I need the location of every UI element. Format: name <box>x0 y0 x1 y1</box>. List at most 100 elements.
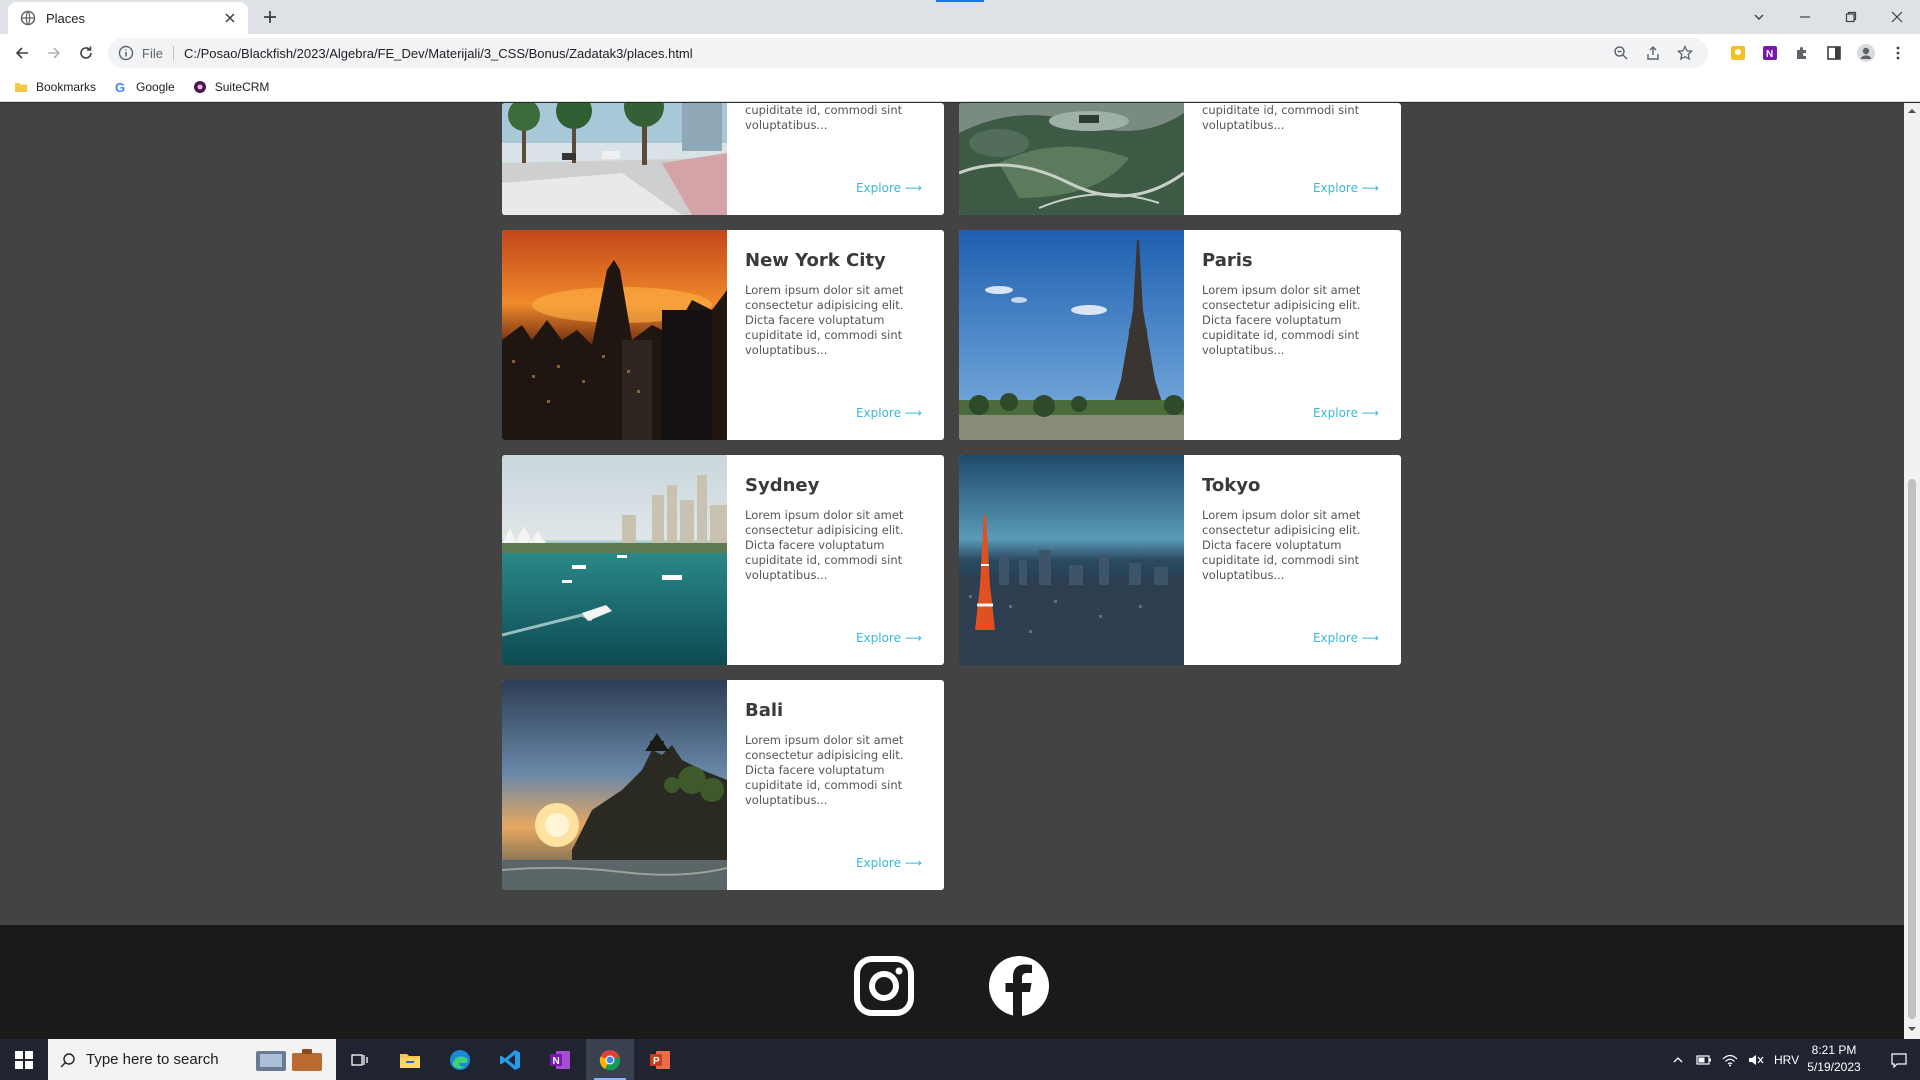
card-description: Lorem ipsum dolor sit amet consectetur a… <box>745 733 904 807</box>
back-icon[interactable] <box>10 41 34 65</box>
place-card-paris: Paris Lorem ipsum dolor sit amet consect… <box>959 230 1401 440</box>
new-tab-icon[interactable] <box>260 7 280 27</box>
chevron-up-icon[interactable] <box>1672 1054 1684 1066</box>
place-card: cupiditate id, commodi sint voluptatibus… <box>502 103 944 215</box>
file-label: File <box>142 45 174 61</box>
bookmark-google[interactable]: G Google <box>114 80 175 94</box>
card-body: New York City Lorem ipsum dolor sit amet… <box>727 230 944 440</box>
windows-start-icon[interactable] <box>0 1039 48 1080</box>
place-card: cupiditate id, commodi sint voluptatibus… <box>959 103 1401 215</box>
vscode-icon[interactable] <box>486 1039 534 1080</box>
extensions-puzzle-icon[interactable] <box>1792 43 1812 63</box>
scroll-down-arrow-icon[interactable] <box>1908 1025 1916 1033</box>
share-icon[interactable] <box>1644 44 1662 62</box>
bookmark-bookmarks[interactable]: Bookmarks <box>14 80 96 94</box>
search-icon <box>60 1052 75 1067</box>
facebook-icon[interactable] <box>988 955 1050 1017</box>
card-title: New York City <box>745 250 886 271</box>
explore-link[interactable]: Explore ⟶ <box>1313 181 1379 195</box>
reload-icon[interactable] <box>74 41 98 65</box>
bookmark-suitecrm[interactable]: SuiteCRM <box>193 80 269 94</box>
explore-link[interactable]: Explore ⟶ <box>1313 406 1379 420</box>
svg-text:N: N <box>1766 49 1773 60</box>
system-tray: HRV <box>1672 1039 1799 1080</box>
bookmark-star-icon[interactable] <box>1676 44 1694 62</box>
card-body: cupiditate id, commodi sint voluptatibus… <box>727 103 944 215</box>
edge-icon[interactable] <box>436 1039 484 1080</box>
tab-strip: Places <box>0 0 1920 34</box>
instagram-icon[interactable] <box>853 955 915 1017</box>
svg-text:N: N <box>553 1056 560 1067</box>
bali-image <box>502 680 727 890</box>
miami-street-image <box>502 103 727 215</box>
side-panel-icon[interactable] <box>1824 43 1844 63</box>
chrome-icon[interactable] <box>586 1039 634 1080</box>
wifi-icon[interactable] <box>1722 1053 1738 1067</box>
explore-link[interactable]: Explore ⟶ <box>856 631 922 645</box>
google-icon: G <box>115 80 125 94</box>
card-title: Tokyo <box>1202 475 1261 496</box>
restore-icon[interactable] <box>1828 0 1874 34</box>
scroll-up-arrow-icon[interactable] <box>1908 107 1916 115</box>
card-description: Lorem ipsum dolor sit amet consectetur a… <box>745 283 904 357</box>
close-tab-icon[interactable] <box>222 10 238 26</box>
card-title: Paris <box>1202 250 1253 271</box>
zoom-icon[interactable] <box>1612 44 1630 62</box>
paris-image <box>959 230 1184 440</box>
card-description: cupiditate id, commodi sint voluptatibus… <box>745 103 903 132</box>
minimize-icon[interactable] <box>1782 0 1828 34</box>
onenote-icon[interactable]: N <box>536 1039 584 1080</box>
bookmark-label: Google <box>136 79 175 94</box>
volume-muted-icon[interactable] <box>1748 1053 1764 1067</box>
extension-keep-icon[interactable] <box>1728 43 1748 63</box>
url-text[interactable]: C:/Posao/Blackfish/2023/Algebra/FE_Dev/M… <box>184 46 1612 61</box>
explore-link[interactable]: Explore ⟶ <box>856 856 922 870</box>
profile-avatar-icon[interactable] <box>1856 43 1876 63</box>
svg-text:P: P <box>653 1056 660 1067</box>
card-body: cupiditate id, commodi sint voluptatibus… <box>1184 103 1401 215</box>
globe-icon <box>20 10 36 26</box>
card-body: Bali Lorem ipsum dolor sit amet consecte… <box>727 680 944 890</box>
clock-date: 5/19/2023 <box>1807 1060 1861 1074</box>
clock-time: 8:21 PM <box>1811 1043 1857 1057</box>
card-description: Lorem ipsum dolor sit amet consectetur a… <box>1202 508 1361 582</box>
card-description: Lorem ipsum dolor sit amet consectetur a… <box>1202 283 1361 357</box>
page-footer <box>0 925 1904 1039</box>
battery-icon[interactable] <box>1696 1054 1712 1066</box>
svg-text:G: G <box>115 80 125 94</box>
vertical-scrollbar[interactable] <box>1904 103 1920 1039</box>
search-placeholder: Type here to search <box>86 1051 219 1068</box>
tab-search-icon[interactable] <box>1736 0 1782 34</box>
place-card-new-york: New York City Lorem ipsum dolor sit amet… <box>502 230 944 440</box>
place-card-tokyo: Tokyo Lorem ipsum dolor sit amet consect… <box>959 455 1401 665</box>
tab-places[interactable]: Places <box>8 2 248 34</box>
new-york-image <box>502 230 727 440</box>
notifications-icon[interactable] <box>1878 1039 1920 1080</box>
onenote-extension-icon[interactable]: N <box>1760 43 1780 63</box>
menu-kebab-icon[interactable] <box>1888 43 1908 63</box>
explore-link[interactable]: Explore ⟶ <box>856 406 922 420</box>
tab-indicator <box>936 0 984 2</box>
bookmarks-bar: Bookmarks G Google SuiteCRM <box>0 72 1920 102</box>
bookmark-label: Bookmarks <box>36 79 97 94</box>
explore-link[interactable]: Explore ⟶ <box>1313 631 1379 645</box>
place-card-bali: Bali Lorem ipsum dolor sit amet consecte… <box>502 680 944 890</box>
explore-link[interactable]: Explore ⟶ <box>856 181 922 195</box>
folder-icon <box>15 82 27 92</box>
powerpoint-icon[interactable]: P <box>636 1039 684 1080</box>
card-body: Sydney Lorem ipsum dolor sit amet consec… <box>727 455 944 665</box>
system-clock[interactable]: 8:21 PM 5/19/2023 <box>1794 1042 1874 1076</box>
aerial-park-image <box>959 103 1184 215</box>
address-bar[interactable]: File C:/Posao/Blackfish/2023/Algebra/FE_… <box>108 38 1708 68</box>
task-view-icon[interactable] <box>336 1039 384 1080</box>
forward-icon[interactable] <box>42 41 66 65</box>
scrollbar-thumb[interactable] <box>1908 479 1916 1019</box>
info-icon[interactable] <box>118 45 134 61</box>
search-highlight-icon <box>256 1049 322 1071</box>
toolbar: File C:/Posao/Blackfish/2023/Algebra/FE_… <box>0 34 1920 72</box>
taskbar-search[interactable]: Type here to search <box>48 1039 336 1080</box>
file-explorer-icon[interactable] <box>386 1039 434 1080</box>
close-window-icon[interactable] <box>1874 0 1920 34</box>
suitecrm-icon <box>193 80 206 93</box>
tab-title: Places <box>46 10 86 26</box>
